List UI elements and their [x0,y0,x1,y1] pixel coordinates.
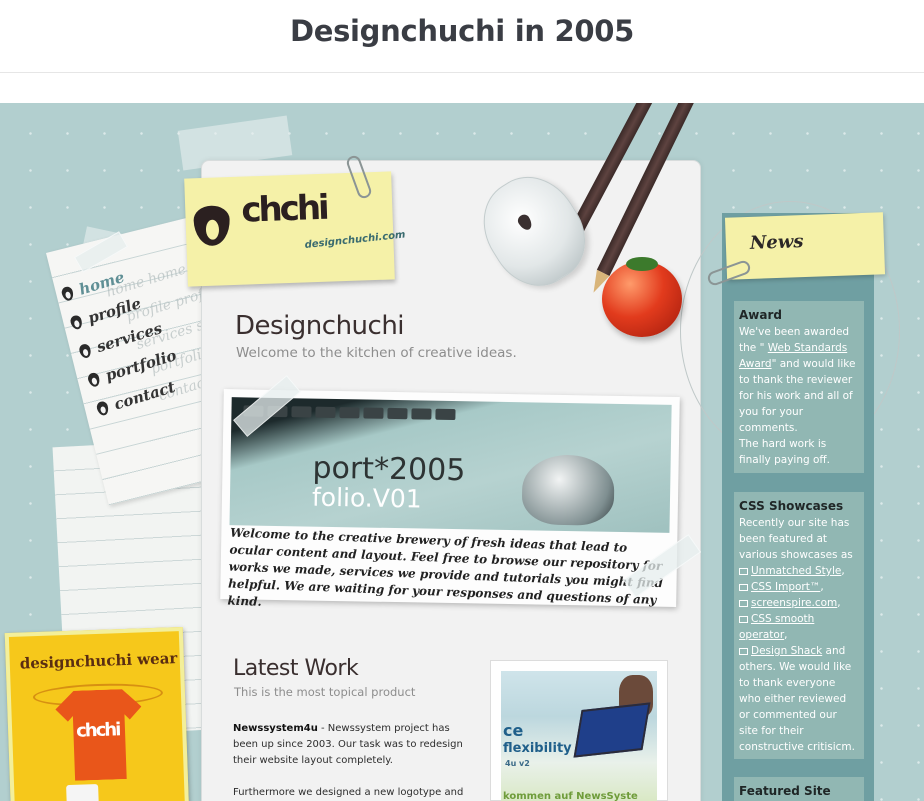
news-item-body: We've been awarded the " Web Standards A… [739,326,856,466]
latest-work-text: Newssystem4u - Newssystem project has be… [233,723,463,766]
laptop-image [573,702,651,758]
designchuchi-wear-banner[interactable]: designchuchi wear chchi [4,626,190,801]
thumb-text: 4u v2 [505,759,530,768]
news-item-title: CSS Showcases [739,499,844,513]
showcase-link[interactable]: Unmatched Style [751,565,841,577]
tomato-icon [602,257,682,337]
showcase-link[interactable]: CSS Import™ [751,581,820,593]
thumb-text: flexibility [503,741,572,756]
portfolio-photo: port*2005 folio.V01 Welcome to the creat… [220,389,680,609]
wear-title: designchuchi wear [19,649,178,673]
newssystem-screenshot: ce flexibility 4u v2 kommen auf NewsSyst… [501,671,657,801]
news-item-title: Featured Site [739,784,831,798]
external-link-icon [739,583,748,591]
header-bar: Designchuchi in 2005 [0,0,924,73]
news-css-showcases: CSS Showcases Recently our site has been… [734,492,864,759]
thumb-text: kommen auf NewsSyste [503,791,638,801]
page-title: Designchuchi in 2005 [289,14,635,48]
mouse-image [521,454,615,526]
news-award: Award We've been awarded the " Web Stand… [734,301,864,473]
keyboard-mouse-image: port*2005 folio.V01 [229,397,672,533]
showcase-link[interactable]: Design Shack [751,645,822,657]
thumb-text: ce [503,721,524,740]
showcase-link[interactable]: CSS smooth operator [739,613,814,641]
drop-logo-icon [193,205,231,247]
latest-work-title: Latest Work [233,656,359,681]
showcase-link[interactable]: screenspire.com [751,597,837,609]
tomato-leaf [626,257,658,271]
external-link-icon [739,599,748,607]
hero-title: Designchuchi [235,311,405,341]
logo-mark: chchi [240,187,328,231]
project-name: Newssystem4u [233,723,318,734]
photo-text-2: folio.V01 [311,482,422,514]
latest-work-subtitle: This is the most topical product [234,685,416,699]
news-item-title: Award [739,308,782,322]
latest-work-text-2: Furthermore we designed a new logotype a… [233,787,464,798]
external-link-icon [739,567,748,575]
news-featured-site: Featured Site [734,777,864,801]
hero-subtitle: Welcome to the kitchen of creative ideas… [236,345,517,361]
logo-url: designchuchi.com [304,229,406,251]
mug-image [66,783,100,801]
latest-work-thumbnail[interactable]: ce flexibility 4u v2 kommen auf NewsSyst… [490,660,668,801]
shirt-logo: chchi [75,719,120,742]
welcome-caption: Welcome to the creative brewery of fresh… [227,525,664,609]
news-heading: News [749,231,804,254]
external-link-icon [739,647,748,655]
drop-logo-icon [515,212,535,233]
external-link-icon [739,615,748,623]
site-screenshot: home home profile prof services ser port… [0,103,924,801]
news-item-body: Recently our site has been featured at v… [739,517,855,753]
